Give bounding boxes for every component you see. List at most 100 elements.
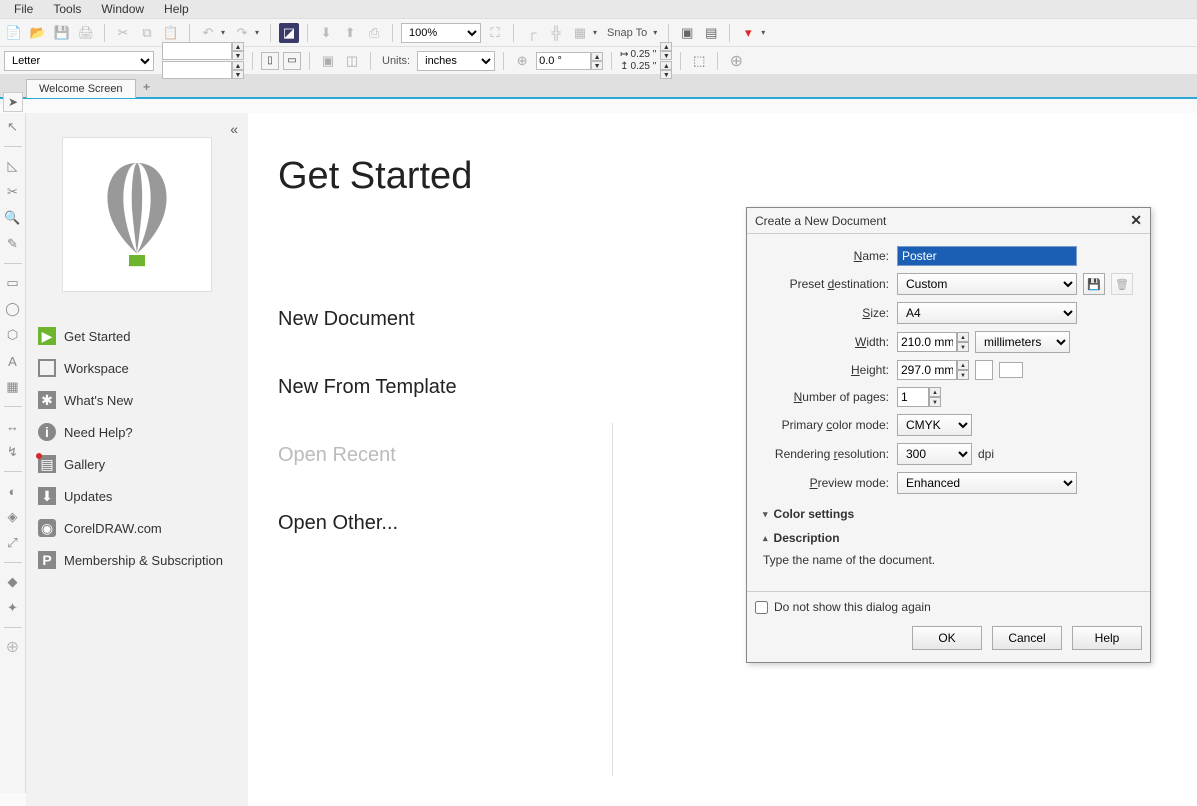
sidebar-item-membership[interactable]: P Membership & Subscription [26,544,248,576]
spin-down-icon[interactable]: ▼ [957,342,969,352]
pages-input[interactable] [897,387,929,407]
grid-caret-icon[interactable]: ▾ [590,28,600,37]
grid-icon[interactable]: ▦ [570,23,590,43]
spin-down-icon[interactable]: ▼ [929,397,941,407]
page-height-input[interactable] [162,61,232,79]
treat-as-icon[interactable]: ⬚ [689,51,709,71]
add-preset-icon[interactable]: ⊕ [726,51,746,71]
pick-tool-icon[interactable]: ↖ [3,117,23,137]
cut-button[interactable]: ✂ [113,23,133,43]
open-button[interactable]: 📂 [28,23,48,43]
menu-tools[interactable]: Tools [43,0,91,18]
transparency-tool-icon[interactable]: ◈ [3,507,23,527]
spin-down-icon[interactable]: ▼ [957,370,969,380]
zoom-select[interactable]: 100% [401,23,481,43]
portrait-icon[interactable]: ▯ [261,52,279,70]
delete-preset-icon[interactable]: 🗑 [1111,273,1133,295]
guidelines-icon[interactable]: ╬ [546,23,566,43]
app-caret-icon[interactable]: ▾ [758,28,768,37]
spin-down-icon[interactable]: ▼ [660,70,672,79]
menu-file[interactable]: File [4,0,43,18]
redo-caret-icon[interactable]: ▾ [252,28,262,37]
search-icon[interactable]: ◪ [279,23,299,43]
preset-select[interactable]: Custom [897,273,1077,295]
size-select[interactable]: A4 [897,302,1077,324]
spin-down-icon[interactable]: ▼ [232,70,244,79]
dimension-tool-icon[interactable]: ↔ [3,416,23,436]
quick-customize-icon[interactable]: ⊕ [3,637,23,657]
resolution-select[interactable]: 300 [897,443,972,465]
snap-caret-icon[interactable]: ▾ [650,28,660,37]
dialog-titlebar[interactable]: Create a New Document ✕ [747,208,1150,234]
portrait-icon[interactable] [975,360,993,380]
publish-button[interactable]: ⎙ [364,23,384,43]
landscape-icon[interactable] [999,362,1023,378]
page-size-select[interactable]: Letter [4,51,154,71]
spin-up-icon[interactable]: ▲ [232,61,244,70]
copy-button[interactable]: ⧉ [137,23,157,43]
menu-window[interactable]: Window [91,0,154,18]
name-input[interactable] [897,246,1077,266]
spin-up-icon[interactable]: ▲ [957,332,969,342]
ok-button[interactable]: OK [912,626,982,650]
nudge-input[interactable] [536,52,591,70]
eyedropper-tool-icon[interactable]: ⤢ [3,533,23,553]
sidebar-item-updates[interactable]: ⬇ Updates [26,480,248,512]
export-button[interactable]: ⬆ [340,23,360,43]
tab-welcome[interactable]: Welcome Screen [26,79,136,98]
dont-show-checkbox[interactable] [755,601,768,614]
height-input[interactable] [897,360,957,380]
sidebar-item-need-help[interactable]: i Need Help? [26,416,248,448]
sidebar-item-coreldraw-com[interactable]: ◉ CorelDRAW.com [26,512,248,544]
spin-up-icon[interactable]: ▲ [232,42,244,51]
spin-up-icon[interactable]: ▲ [660,42,672,51]
text-tool-icon[interactable]: A [3,351,23,371]
color-settings-section[interactable]: ▾ Color settings [757,501,1140,525]
shape-tool-icon[interactable]: ◺ [3,156,23,176]
spin-down-icon[interactable]: ▼ [660,51,672,60]
description-section[interactable]: ▴ Description [757,525,1140,549]
preview-select[interactable]: Enhanced [897,472,1077,494]
print-button[interactable]: 🖨 [76,23,96,43]
connector-tool-icon[interactable]: ↯ [3,442,23,462]
undo-caret-icon[interactable]: ▾ [218,28,228,37]
smart-fill-tool-icon[interactable]: ✦ [3,598,23,618]
table-tool-icon[interactable]: ▦ [3,377,23,397]
save-preset-icon[interactable]: 💾 [1083,273,1105,295]
current-page-icon[interactable]: ◫ [342,51,362,71]
app-launcher-icon[interactable]: ▾ [738,23,758,43]
snap-icon[interactable]: ┌ [522,23,542,43]
new-button[interactable]: 📄 [4,23,24,43]
pick-tool-icon[interactable]: ➤ [3,92,23,112]
units-select[interactable]: inches [417,51,495,71]
crop-tool-icon[interactable]: ✂ [3,182,23,202]
menu-help[interactable]: Help [154,0,199,18]
paste-button[interactable]: 📋 [161,23,181,43]
color-mode-select[interactable]: CMYK [897,414,972,436]
rectangle-tool-icon[interactable]: ▭ [3,273,23,293]
width-input[interactable] [897,332,957,352]
import-button[interactable]: ⬇ [316,23,336,43]
all-pages-icon[interactable]: ▣ [318,51,338,71]
sidebar-item-gallery[interactable]: ▤ Gallery [26,448,248,480]
spin-down-icon[interactable]: ▼ [591,61,603,70]
undo-button[interactable]: ↶ [198,23,218,43]
freehand-tool-icon[interactable]: ✎ [3,234,23,254]
width-units-select[interactable]: millimeters [975,331,1070,353]
polygon-tool-icon[interactable]: ⬡ [3,325,23,345]
launch-icon[interactable]: ▤ [701,23,721,43]
sidebar-item-get-started[interactable]: ▶ Get Started [26,320,248,352]
spin-up-icon[interactable]: ▲ [660,61,672,70]
spin-up-icon[interactable]: ▲ [591,52,603,61]
effect-tool-icon[interactable]: ◐ [3,481,23,501]
spin-up-icon[interactable]: ▲ [929,387,941,397]
close-icon[interactable]: ✕ [1130,212,1142,229]
sidebar-item-whats-new[interactable]: ✱ What's New [26,384,248,416]
full-screen-button[interactable]: ⛶ [485,23,505,43]
zoom-tool-icon[interactable]: 🔍 [3,208,23,228]
page-width-input[interactable] [162,42,232,60]
options-icon[interactable]: ▣ [677,23,697,43]
redo-button[interactable]: ↷ [232,23,252,43]
collapse-icon[interactable]: « [230,121,238,137]
spin-up-icon[interactable]: ▲ [957,360,969,370]
